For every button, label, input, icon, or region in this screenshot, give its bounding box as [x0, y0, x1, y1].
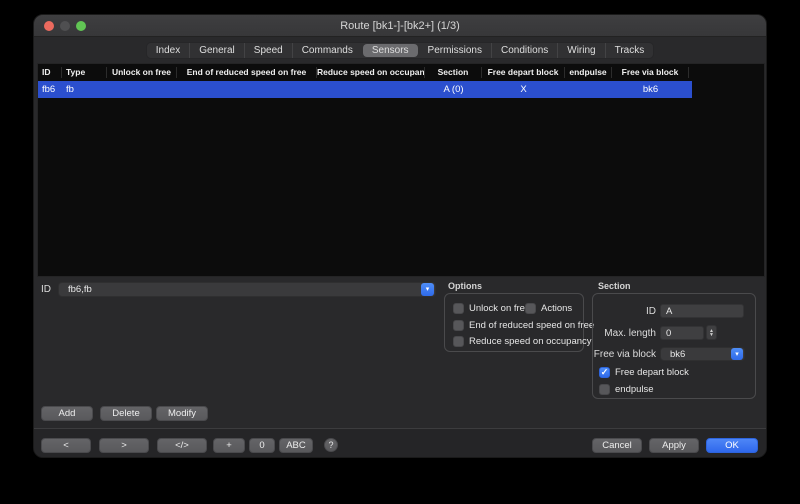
cell-section: A (0) [425, 84, 482, 95]
delete-button[interactable]: Delete [100, 406, 152, 421]
column-header-unlock-on-free[interactable]: Unlock on free [107, 67, 177, 78]
end-reduced-speed-checkbox[interactable]: ✓ [453, 320, 464, 331]
help-button[interactable]: ? [324, 438, 338, 452]
zoom-window-icon[interactable] [76, 21, 86, 31]
actions-checkbox[interactable]: ✓ [525, 303, 536, 314]
modify-button[interactable]: Modify [156, 406, 208, 421]
tab-speed[interactable]: Speed [245, 43, 293, 58]
section-group-title: Section [598, 281, 631, 291]
column-header-section[interactable]: Section [425, 67, 482, 78]
window-title: Route [bk1-]-[bk2+] (1/3) [340, 20, 460, 32]
unlock-on-free-checkrow: ✓ Unlock on free [453, 303, 530, 314]
sensors-table[interactable]: ID Type Unlock on free End of reduced sp… [37, 63, 765, 277]
column-header-free-via-block[interactable]: Free via block [612, 67, 689, 78]
apply-button[interactable]: Apply [649, 438, 699, 453]
max-length-field[interactable]: 0 [660, 326, 704, 340]
previous-button[interactable]: < [41, 438, 91, 453]
unlock-on-free-checkbox[interactable]: ✓ [453, 303, 464, 314]
reduce-speed-occupancy-label: Reduce speed on occupancy [469, 336, 592, 347]
cancel-button[interactable]: Cancel [592, 438, 642, 453]
column-header-id[interactable]: ID [38, 67, 62, 78]
free-depart-block-label: Free depart block [615, 367, 689, 378]
end-reduced-speed-label: End of reduced speed on free [469, 320, 594, 331]
endpulse-checkrow: ✓ endpulse [599, 384, 654, 395]
sensor-id-combobox[interactable]: fb6,fb ▾ [58, 282, 436, 297]
cell-type: fb [62, 84, 107, 95]
column-header-reduce-speed-occupancy[interactable]: Reduce speed on occupancy [317, 67, 425, 78]
max-length-stepper[interactable]: ▲ ▼ [706, 325, 717, 340]
sensor-id-value: fb6,fb [59, 284, 421, 295]
section-id-field[interactable]: A [660, 304, 744, 318]
reduce-speed-occupancy-checkbox[interactable]: ✓ [453, 336, 464, 347]
tab-commands[interactable]: Commands [293, 43, 362, 58]
options-group-title: Options [448, 281, 482, 291]
chevron-down-icon: ▾ [735, 351, 739, 358]
actions-checkrow: ✓ Actions [525, 303, 572, 314]
table-row[interactable]: fb6 fb A (0) X bk6 [38, 81, 692, 98]
code-button[interactable]: </> [157, 438, 207, 453]
tab-conditions[interactable]: Conditions [492, 43, 558, 58]
route-dialog-window: Route [bk1-]-[bk2+] (1/3) Index General … [33, 14, 767, 458]
actions-label: Actions [541, 303, 572, 314]
abc-button[interactable]: ABC [279, 438, 313, 453]
reduce-speed-occupancy-checkrow: ✓ Reduce speed on occupancy [453, 336, 592, 347]
column-header-end-reduced-speed[interactable]: End of reduced speed on free [177, 67, 317, 78]
close-window-icon[interactable] [44, 21, 54, 31]
free-depart-block-checkbox[interactable]: ✓ [599, 367, 610, 378]
tab-sensors[interactable]: Sensors [363, 44, 418, 57]
max-length-label: Max. length [602, 328, 656, 339]
dropdown-button[interactable]: ▾ [421, 283, 434, 296]
tab-wiring[interactable]: Wiring [558, 43, 605, 58]
end-reduced-speed-checkrow: ✓ End of reduced speed on free [453, 320, 594, 331]
tab-segmented-control: Index General Speed Commands Sensors Per… [146, 42, 655, 59]
title-bar[interactable]: Route [bk1-]-[bk2+] (1/3) [34, 15, 766, 37]
table-header-row: ID Type Unlock on free End of reduced sp… [38, 64, 764, 81]
tab-index[interactable]: Index [147, 43, 190, 58]
unlock-on-free-label: Unlock on free [469, 303, 530, 314]
stepper-down-icon: ▼ [709, 333, 714, 337]
check-icon: ✓ [601, 368, 609, 377]
dropdown-button[interactable]: ▾ [731, 348, 743, 360]
ok-button[interactable]: OK [706, 438, 758, 453]
cell-free-via-block: bk6 [612, 84, 689, 95]
free-via-block-combobox[interactable]: bk6 ▾ [660, 347, 745, 361]
minimize-window-icon [60, 21, 70, 31]
chevron-down-icon: ▾ [426, 286, 430, 293]
tab-bar: Index General Speed Commands Sensors Per… [34, 42, 766, 59]
plus-button[interactable]: + [213, 438, 245, 453]
column-header-free-depart-block[interactable]: Free depart block [482, 67, 565, 78]
free-via-block-value: bk6 [661, 349, 731, 360]
endpulse-label: endpulse [615, 384, 654, 395]
zero-button[interactable]: 0 [249, 438, 275, 453]
tab-general[interactable]: General [190, 43, 245, 58]
cell-id: fb6 [38, 84, 62, 95]
free-depart-block-checkrow: ✓ Free depart block [599, 367, 689, 378]
next-button[interactable]: > [99, 438, 149, 453]
section-id-label: ID [642, 306, 656, 317]
tab-tracks[interactable]: Tracks [606, 43, 654, 58]
cell-free-depart-block: X [482, 84, 565, 95]
free-via-block-label: Free via block [592, 349, 656, 360]
bottom-separator [34, 428, 766, 429]
add-button[interactable]: Add [41, 406, 93, 421]
column-header-endpulse[interactable]: endpulse [565, 67, 612, 78]
endpulse-checkbox[interactable]: ✓ [599, 384, 610, 395]
window-controls [44, 15, 86, 37]
column-header-type[interactable]: Type [62, 67, 107, 78]
id-combo-label: ID [41, 284, 51, 295]
tab-permissions[interactable]: Permissions [419, 43, 492, 58]
